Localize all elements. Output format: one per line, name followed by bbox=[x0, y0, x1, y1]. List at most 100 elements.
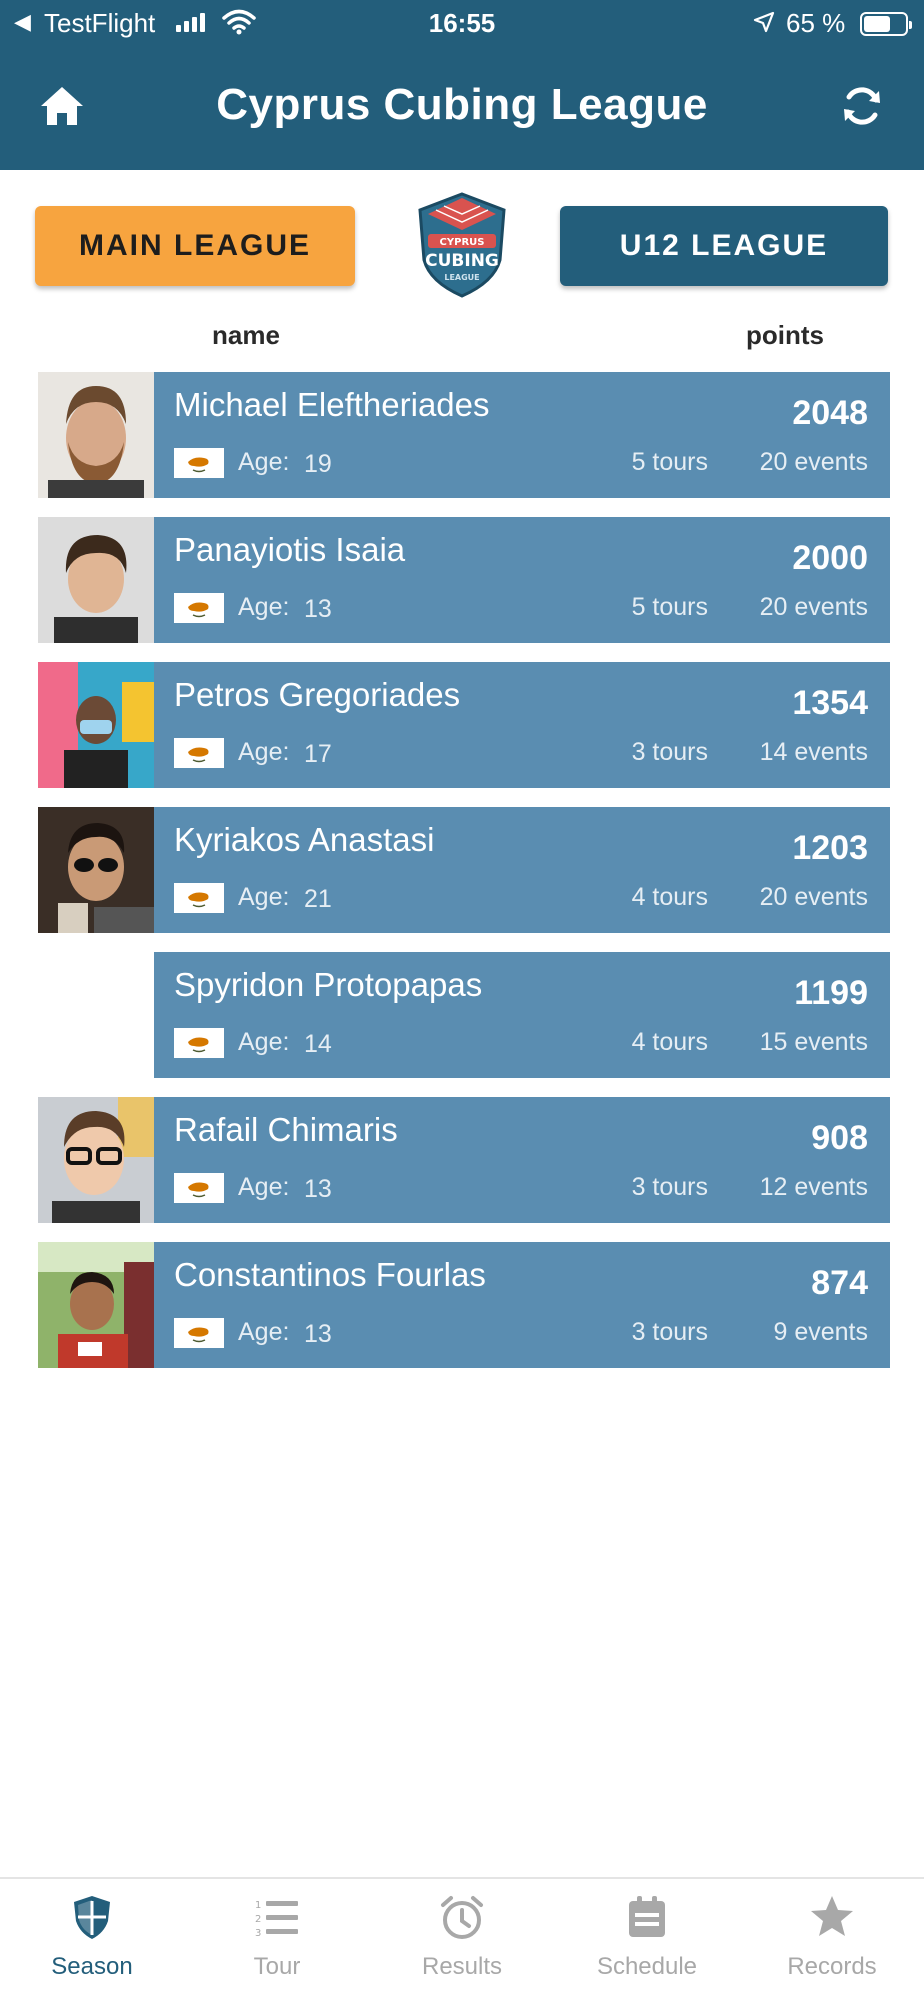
player-card[interactable]: Petros Gregoriades 1354 Age: 17 3 tours … bbox=[154, 662, 890, 788]
ranking-row[interactable]: Petros Gregoriades 1354 Age: 17 3 tours … bbox=[38, 662, 890, 788]
tab-season[interactable]: Season bbox=[0, 1879, 184, 2000]
app-header: ◀ TestFlight 16:55 65 % Cyprus Cubing Le… bbox=[0, 0, 924, 170]
player-events: 14 events bbox=[759, 738, 868, 766]
player-points: 908 bbox=[811, 1119, 868, 1157]
cyprus-flag-icon bbox=[174, 883, 224, 913]
player-name: Michael Eleftheriades bbox=[174, 386, 490, 423]
cyprus-flag-icon bbox=[174, 593, 224, 623]
tab-tour[interactable]: 1 2 3 Tour bbox=[185, 1879, 369, 2000]
age-label: Age: bbox=[238, 448, 290, 476]
svg-text:3: 3 bbox=[255, 1928, 261, 1939]
player-photo bbox=[38, 372, 154, 498]
main-league-button[interactable]: MAIN LEAGUE bbox=[35, 206, 355, 286]
ranking-row[interactable]: Michael Eleftheriades 2048 Age: 19 5 tou… bbox=[38, 372, 890, 498]
calendar-icon bbox=[629, 1896, 665, 1937]
tab-schedule[interactable]: Schedule bbox=[555, 1879, 739, 2000]
player-name: Kyriakos Anastasi bbox=[174, 821, 435, 858]
player-card[interactable]: Rafail Chimaris 908 Age: 13 3 tours 12 e… bbox=[154, 1097, 890, 1223]
age-label: Age: bbox=[238, 738, 290, 766]
player-name: Rafail Chimaris bbox=[174, 1111, 398, 1148]
battery-icon bbox=[860, 12, 912, 36]
svg-text:1: 1 bbox=[255, 1900, 261, 1911]
ranking-row[interactable]: Rafail Chimaris 908 Age: 13 3 tours 12 e… bbox=[38, 1097, 890, 1223]
player-tours: 3 tours bbox=[631, 1318, 708, 1346]
tab-label: Schedule bbox=[596, 1953, 698, 1980]
player-name: Constantinos Fourlas bbox=[174, 1256, 486, 1293]
player-photo bbox=[38, 1242, 154, 1368]
svg-text:2: 2 bbox=[255, 1914, 261, 1925]
cyprus-flag-icon bbox=[174, 1318, 224, 1348]
bottom-tab-bar: Season 1 2 3 Tour Results Schedule Recor… bbox=[0, 1877, 924, 2000]
player-age: 21 bbox=[304, 885, 332, 913]
player-age: 14 bbox=[304, 1030, 332, 1058]
u12-league-button[interactable]: U12 LEAGUE bbox=[560, 206, 888, 286]
player-age: 17 bbox=[304, 740, 332, 768]
age-label: Age: bbox=[238, 593, 290, 621]
logo-text-top: CYPRUS bbox=[440, 237, 485, 248]
ranking-row[interactable]: Spyridon Protopapas 1199 Age: 14 4 tours… bbox=[38, 952, 890, 1078]
player-events: 20 events bbox=[759, 593, 868, 621]
column-header-name: name bbox=[212, 320, 280, 350]
logo-text-bottom: LEAGUE bbox=[444, 273, 479, 282]
player-age: 13 bbox=[304, 1320, 332, 1348]
tab-label: Season bbox=[51, 1953, 133, 1980]
numbered-list-icon: 1 2 3 bbox=[255, 1900, 298, 1939]
player-card[interactable]: Kyriakos Anastasi 1203 Age: 21 4 tours 2… bbox=[154, 807, 890, 933]
player-photo bbox=[38, 807, 154, 933]
player-points: 2048 bbox=[792, 394, 868, 432]
player-card[interactable]: Michael Eleftheriades 2048 Age: 19 5 tou… bbox=[154, 372, 890, 498]
location-arrow-icon bbox=[753, 11, 775, 33]
cyprus-flag-icon bbox=[174, 1173, 224, 1203]
star-icon bbox=[811, 1896, 853, 1936]
player-tours: 3 tours bbox=[631, 738, 708, 766]
ranking-row[interactable]: Panayiotis Isaia 2000 Age: 13 5 tours 20… bbox=[38, 517, 890, 643]
player-age: 13 bbox=[304, 595, 332, 623]
age-label: Age: bbox=[238, 1173, 290, 1201]
player-tours: 4 tours bbox=[631, 883, 708, 911]
player-events: 9 events bbox=[773, 1318, 868, 1346]
tab-results[interactable]: Results bbox=[370, 1879, 554, 2000]
player-events: 12 events bbox=[759, 1173, 868, 1201]
player-age: 13 bbox=[304, 1175, 332, 1203]
player-card[interactable]: Panayiotis Isaia 2000 Age: 13 5 tours 20… bbox=[154, 517, 890, 643]
player-card[interactable]: Spyridon Protopapas 1199 Age: 14 4 tours… bbox=[154, 952, 890, 1078]
player-points: 1199 bbox=[794, 974, 868, 1012]
player-card[interactable]: Constantinos Fourlas 874 Age: 13 3 tours… bbox=[154, 1242, 890, 1368]
player-tours: 5 tours bbox=[631, 593, 708, 621]
player-events: 15 events bbox=[759, 1028, 868, 1056]
player-age: 19 bbox=[304, 450, 332, 478]
player-photo-empty bbox=[38, 952, 154, 1078]
shield-icon bbox=[74, 1896, 110, 1939]
player-photo bbox=[38, 662, 154, 788]
player-points: 1203 bbox=[792, 829, 868, 867]
player-events: 20 events bbox=[759, 448, 868, 476]
player-name: Panayiotis Isaia bbox=[174, 531, 406, 568]
player-points: 874 bbox=[811, 1264, 868, 1302]
alarm-clock-icon bbox=[441, 1896, 483, 1939]
refresh-icon[interactable] bbox=[838, 82, 886, 130]
player-tours: 3 tours bbox=[631, 1173, 708, 1201]
tab-label: Tour bbox=[253, 1953, 301, 1980]
ranking-row[interactable]: Constantinos Fourlas 874 Age: 13 3 tours… bbox=[38, 1242, 890, 1368]
age-label: Age: bbox=[238, 1028, 290, 1056]
player-photo bbox=[38, 517, 154, 643]
player-points: 2000 bbox=[792, 539, 868, 577]
column-header-points: points bbox=[746, 320, 824, 350]
player-name: Spyridon Protopapas bbox=[174, 966, 483, 1003]
tab-label: Results bbox=[421, 1953, 503, 1980]
status-bar: ◀ TestFlight 16:55 65 % bbox=[0, 0, 924, 48]
player-tours: 5 tours bbox=[631, 448, 708, 476]
ranking-row[interactable]: Kyriakos Anastasi 1203 Age: 21 4 tours 2… bbox=[38, 807, 890, 933]
player-tours: 4 tours bbox=[631, 1028, 708, 1056]
player-photo bbox=[38, 1097, 154, 1223]
cyprus-cubing-league-logo: CYPRUS CUBING LEAGUE bbox=[418, 192, 506, 298]
tab-label: Records bbox=[787, 1953, 877, 1980]
cyprus-flag-icon bbox=[174, 1028, 224, 1058]
player-events: 20 events bbox=[759, 883, 868, 911]
player-name: Petros Gregoriades bbox=[174, 676, 461, 713]
battery-percentage: 65 % bbox=[786, 8, 846, 38]
cyprus-flag-icon bbox=[174, 448, 224, 478]
player-points: 1354 bbox=[792, 684, 868, 722]
age-label: Age: bbox=[238, 883, 290, 911]
tab-records[interactable]: Records bbox=[740, 1879, 924, 2000]
